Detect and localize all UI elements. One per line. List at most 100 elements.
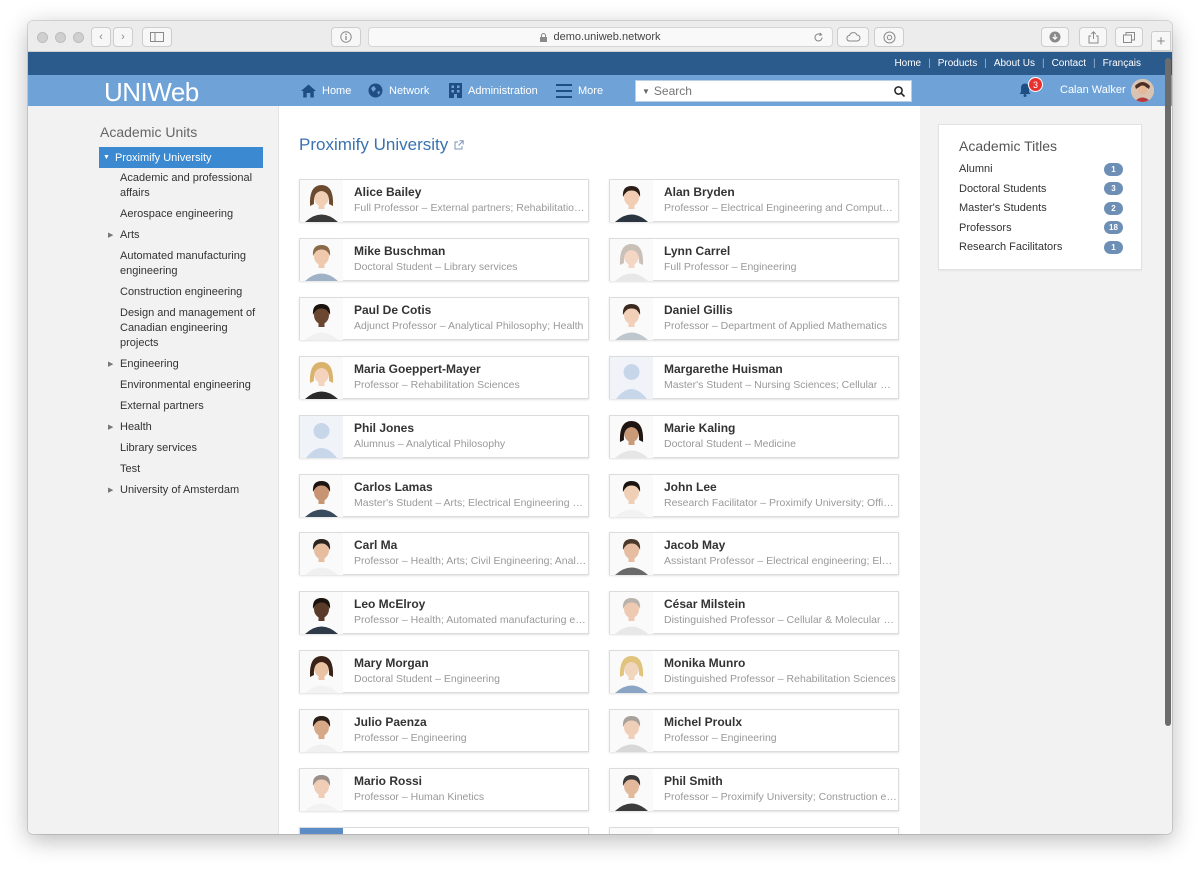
- unit-item[interactable]: Library services: [120, 441, 260, 456]
- person-name[interactable]: Alice Bailey: [354, 185, 421, 199]
- nav-administration[interactable]: Administration: [449, 75, 538, 106]
- caret-right-icon[interactable]: ▶: [108, 483, 113, 498]
- person-card[interactable]: Carlos Lamas Master's Student – Arts; Ele…: [299, 473, 589, 517]
- person-photo[interactable]: [610, 180, 653, 222]
- person-name[interactable]: Jacob May: [664, 538, 725, 552]
- nav-network[interactable]: Network: [368, 75, 429, 106]
- person-name[interactable]: Maria Goeppert-Mayer: [354, 362, 481, 376]
- info-button[interactable]: [331, 27, 361, 47]
- unit-item[interactable]: ▶ Arts: [108, 228, 260, 243]
- person-card[interactable]: John Lee Research Facilitator – Proximify…: [609, 473, 899, 517]
- search-scope-caret-icon[interactable]: ▼: [642, 87, 650, 96]
- person-name[interactable]: César Milstein: [664, 597, 745, 611]
- person-card[interactable]: Mike Buschman Doctoral Student – Library …: [299, 237, 589, 281]
- person-photo[interactable]: [610, 415, 653, 458]
- unit-item[interactable]: Construction engineering: [120, 285, 260, 300]
- person-card[interactable]: Mario Rossi Professor – Human Kinetics: [299, 768, 589, 811]
- person-photo[interactable]: [610, 474, 653, 517]
- person-name[interactable]: Mike Buschman: [354, 244, 445, 258]
- top-link-language[interactable]: Français: [1096, 58, 1148, 69]
- person-name[interactable]: Mary Morgan: [354, 656, 429, 670]
- title-filter-item[interactable]: Professors 18: [959, 220, 1123, 236]
- person-name[interactable]: Margarethe Huisman: [664, 362, 783, 376]
- person-card[interactable]: Carl Ma Professor – Health; Arts; Civil E…: [299, 532, 589, 576]
- unit-item[interactable]: ▶ University of Amsterdam: [108, 483, 260, 498]
- extension-button[interactable]: [874, 27, 904, 47]
- person-name[interactable]: Leo McElroy: [354, 597, 425, 611]
- user-avatar[interactable]: [1131, 79, 1154, 102]
- back-button[interactable]: ‹: [91, 27, 111, 47]
- title-filter-item[interactable]: Research Facilitators 1: [959, 239, 1123, 255]
- caret-right-icon[interactable]: ▶: [108, 357, 113, 372]
- person-name[interactable]: Lynn Carrel: [664, 244, 730, 258]
- person-card[interactable]: Alice Bailey Full Professor – External pa…: [299, 179, 589, 222]
- nav-home[interactable]: Home: [301, 75, 351, 106]
- external-link-icon[interactable]: [454, 140, 464, 150]
- person-photo[interactable]: [610, 238, 653, 281]
- reload-icon[interactable]: [813, 32, 824, 43]
- person-photo[interactable]: [300, 180, 343, 222]
- person-name[interactable]: Paul De Cotis: [354, 303, 431, 317]
- title-filter-item[interactable]: Master's Students 2: [959, 200, 1123, 216]
- person-name[interactable]: John Lee: [664, 480, 717, 494]
- person-name[interactable]: Phil Smith: [664, 774, 723, 788]
- unit-item[interactable]: Aerospace engineering: [120, 207, 260, 222]
- person-photo[interactable]: [300, 592, 343, 635]
- person-card[interactable]: César Milstein Distinguished Professor – …: [609, 591, 899, 635]
- person-card[interactable]: Margarethe Huisman Master's Student – Nur…: [609, 355, 899, 399]
- site-logo[interactable]: UNIWeb: [104, 77, 199, 108]
- unit-item-active[interactable]: ▼ Proximify University: [99, 147, 263, 168]
- person-card[interactable]: Monika Munro Distinguished Professor – Re…: [609, 650, 899, 694]
- person-name[interactable]: Monika Munro: [664, 656, 745, 670]
- person-card[interactable]: Paul De Cotis Adjunct Professor – Analyti…: [299, 296, 589, 340]
- downloads-button[interactable]: [1041, 27, 1069, 47]
- caret-right-icon[interactable]: ▶: [108, 228, 113, 243]
- share-button[interactable]: [1079, 27, 1107, 47]
- person-card[interactable]: Lynn Carrel Full Professor – Engineering: [609, 237, 899, 281]
- forward-button[interactable]: ›: [113, 27, 133, 47]
- person-card[interactable]: Jacob May Assistant Professor – Electrica…: [609, 532, 899, 576]
- sidebar-toggle-button[interactable]: [142, 27, 172, 47]
- top-link-contact[interactable]: Contact: [1045, 58, 1093, 69]
- institution-title[interactable]: Proximify University: [299, 135, 464, 155]
- person-card[interactable]: Michel Proulx Professor – Engineering: [609, 709, 899, 753]
- person-photo[interactable]: [300, 710, 343, 753]
- new-tab-button[interactable]: +: [1151, 31, 1171, 51]
- person-photo[interactable]: [300, 238, 343, 281]
- person-photo[interactable]: [300, 769, 343, 811]
- search-icon[interactable]: [894, 86, 905, 97]
- caret-right-icon[interactable]: ▶: [108, 420, 113, 435]
- unit-item[interactable]: Academic and professional affairs: [120, 171, 260, 201]
- notification-badge[interactable]: 3: [1028, 77, 1043, 92]
- person-card[interactable]: Maria Goeppert-Mayer Professor – Rehabili…: [299, 355, 589, 399]
- zoom-window-button[interactable]: [73, 32, 84, 43]
- top-link-home[interactable]: Home: [887, 58, 928, 69]
- search-box[interactable]: ▼: [635, 80, 912, 102]
- unit-item[interactable]: External partners: [120, 399, 260, 414]
- person-photo[interactable]: [300, 827, 343, 834]
- person-name[interactable]: Marie Kaling: [664, 421, 735, 435]
- close-window-button[interactable]: [37, 32, 48, 43]
- unit-item[interactable]: Automated manufacturing engineering: [120, 249, 260, 279]
- search-input[interactable]: [653, 84, 874, 98]
- person-card[interactable]: Phil Smith Professor – Proximify Universi…: [609, 768, 899, 811]
- person-photo[interactable]: [610, 297, 653, 340]
- top-link-products[interactable]: Products: [931, 58, 984, 69]
- person-name[interactable]: Daniel Gillis: [664, 303, 733, 317]
- person-name[interactable]: Julio Paenza: [354, 715, 427, 729]
- person-photo[interactable]: [610, 651, 653, 694]
- unit-item[interactable]: ▶ Health: [108, 420, 260, 435]
- person-photo[interactable]: [300, 533, 343, 576]
- person-card[interactable]: Julio Paenza Professor – Engineering: [299, 709, 589, 753]
- top-link-about[interactable]: About Us: [987, 58, 1042, 69]
- unit-item[interactable]: Test: [120, 462, 260, 477]
- unit-item[interactable]: Design and management of Canadian engine…: [120, 306, 260, 351]
- address-bar[interactable]: demo.uniweb.network: [368, 27, 833, 47]
- person-photo[interactable]: [300, 651, 343, 694]
- person-name[interactable]: Michel Proulx: [664, 715, 742, 729]
- person-card[interactable]: Marie Kaling Doctoral Student – Medicine: [609, 414, 899, 458]
- person-photo[interactable]: [610, 827, 653, 834]
- title-filter-item[interactable]: Doctoral Students 3: [959, 181, 1123, 197]
- person-card[interactable]: Phil Jones Alumnus – Analytical Philosoph…: [299, 414, 589, 458]
- person-photo[interactable]: [610, 769, 653, 811]
